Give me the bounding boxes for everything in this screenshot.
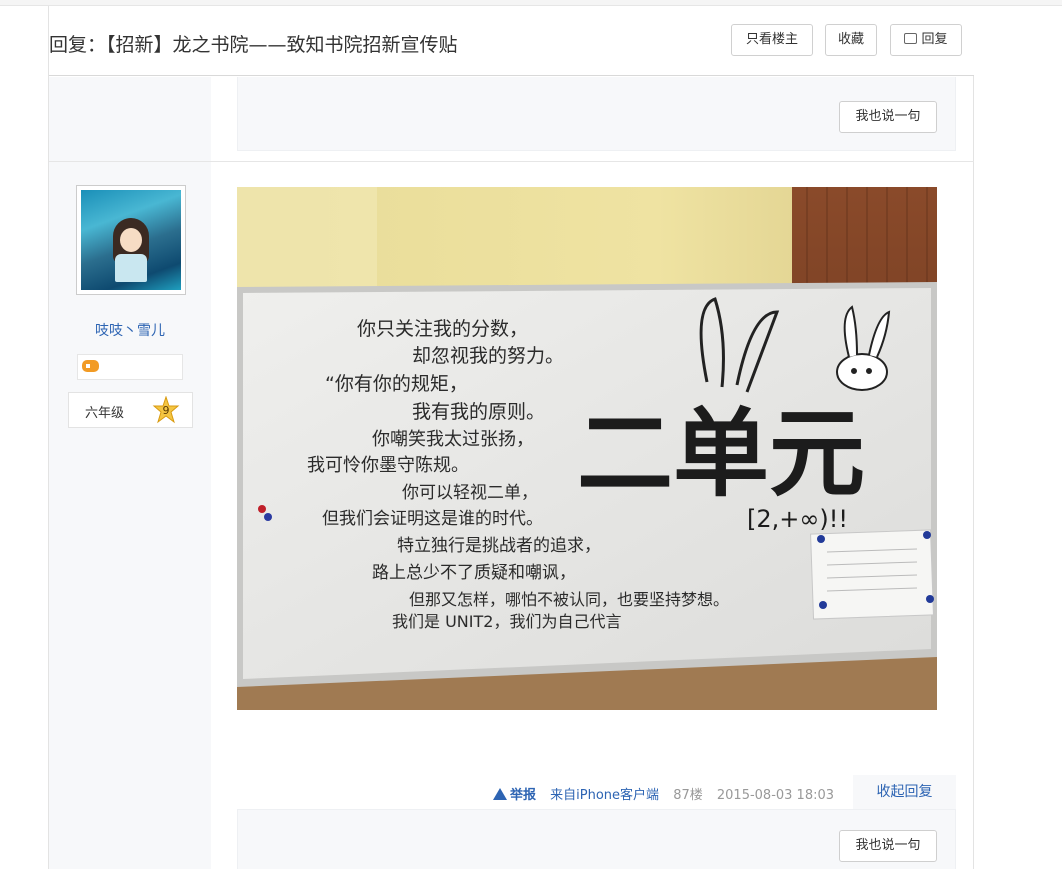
level-star-icon: 9 — [152, 396, 180, 424]
reply-button-label: 回复 — [921, 32, 948, 47]
wb-line-9: 特立独行是挑战者的追求， — [397, 536, 601, 556]
whiteboard-photo: 你只关注我的分数， 却忽视我的努力。 “你有你的规矩， 我有我的原则。 你嘲笑我… — [237, 187, 937, 710]
wb-line-11: 但那又怎样，哪怕不被认同，也要坚持梦想。 — [409, 590, 729, 609]
wb-line-7: 你可以轻视二单， — [402, 483, 538, 503]
comment-box-current: 我也说一句 — [237, 809, 956, 869]
wb-line-10: 路上总少不了质疑和嘲讽， — [372, 563, 576, 583]
wb-line-4: 我有我的原则。 — [412, 401, 545, 423]
badge-box[interactable] — [77, 354, 183, 380]
thread-page: 回复：【招新】龙之书院——致知书院招新宣传贴 只看楼主 收藏 回复 我也说一句 … — [48, 6, 974, 869]
wb-line-5: 你嘲笑我太过张扬， — [372, 429, 534, 450]
author-name[interactable]: 吱吱丶雪儿 — [49, 320, 211, 340]
level-number: 9 — [163, 404, 170, 417]
wb-big-title: 二单元 — [577, 398, 865, 510]
comment-box-previous: 我也说一句 — [237, 77, 956, 151]
level-badge[interactable]: 六年级 9 — [68, 392, 193, 428]
client-source[interactable]: 来自iPhone客户端 — [550, 788, 659, 803]
post-time: 2015-08-03 18:03 — [716, 788, 835, 803]
gamepad-icon — [82, 360, 99, 372]
wb-line-8: 但我们会证明这是谁的时代。 — [322, 509, 543, 529]
thread-title: 回复：【招新】龙之书院——致知书院招新宣传贴 — [49, 34, 458, 56]
floor-number: 87楼 — [673, 788, 703, 803]
collapse-replies-button[interactable]: 收起回复 — [853, 775, 956, 809]
favorite-button[interactable]: 收藏 — [825, 24, 877, 56]
say-something-button[interactable]: 我也说一句 — [839, 101, 937, 133]
report-link[interactable]: 举报 — [493, 788, 536, 803]
only-op-button[interactable]: 只看楼主 — [731, 24, 813, 56]
reply-button[interactable]: 回复 — [890, 24, 962, 56]
wb-line-12: 我们是 UNIT2，我们为自己代言 — [392, 612, 621, 631]
wb-line-6: 我可怜你墨守陈规。 — [307, 455, 469, 476]
avatar[interactable] — [76, 185, 186, 295]
wb-interval: [2,+∞)!! — [747, 505, 848, 533]
wb-line-1: 你只关注我的分数， — [357, 318, 528, 340]
report-label: 举报 — [510, 788, 537, 803]
wb-line-3: “你有你的规矩， — [325, 373, 468, 395]
level-name: 六年级 — [85, 406, 125, 421]
post-image[interactable]: 你只关注我的分数， 却忽视我的努力。 “你有你的规矩， 我有我的原则。 你嘲笑我… — [237, 187, 937, 710]
anime-avatar-icon — [81, 190, 181, 290]
warning-icon — [493, 788, 507, 800]
say-something-button-2[interactable]: 我也说一句 — [839, 830, 937, 862]
thread-header: 回复：【招新】龙之书院——致知书院招新宣传贴 只看楼主 收藏 回复 — [49, 6, 974, 76]
post-divider — [49, 161, 974, 162]
wb-line-2: 却忽视我的努力。 — [412, 345, 564, 367]
comment-icon — [904, 33, 918, 44]
post-tail: 举报 来自iPhone客户端 87楼 2015-08-03 18:03 — [493, 784, 834, 803]
